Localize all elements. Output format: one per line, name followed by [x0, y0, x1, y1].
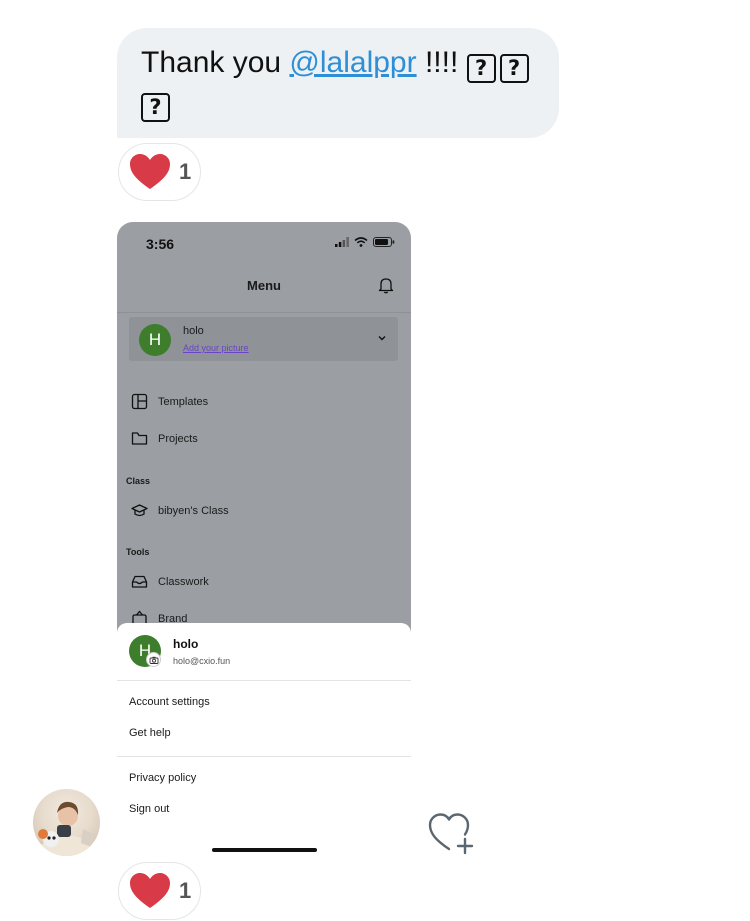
heart-plus-icon[interactable] — [427, 811, 475, 855]
heart-icon — [130, 154, 170, 189]
templates-icon — [131, 393, 148, 410]
menu-item-projects[interactable]: Projects — [131, 430, 198, 447]
get-help-link[interactable]: Get help — [129, 727, 171, 739]
reaction-pill[interactable]: 1 — [118, 862, 201, 920]
avatar: H — [139, 324, 171, 356]
signal-icon — [335, 237, 349, 247]
sender-avatar[interactable] — [33, 789, 100, 856]
sheet-user-email: holo@cxio.fun — [173, 656, 231, 666]
reaction-pill[interactable]: 1 — [118, 143, 201, 201]
account-sheet: H holo holo@cxio.fun Account settings Ge… — [117, 623, 411, 863]
wifi-icon — [354, 237, 368, 247]
add-picture-link[interactable]: Add your picture — [183, 343, 249, 353]
heart-icon — [130, 873, 170, 908]
attached-screenshot[interactable]: 3:56 Menu H holo Add your picture Templa… — [117, 222, 411, 863]
camera-icon[interactable] — [146, 652, 161, 667]
mention-link[interactable]: @lalalppr — [289, 46, 416, 79]
bell-icon[interactable] — [377, 276, 395, 294]
divider — [117, 756, 411, 757]
menu-item-classwork[interactable]: Classwork — [131, 573, 209, 590]
menu-item-label: Projects — [158, 432, 198, 445]
divider — [117, 680, 411, 681]
folder-icon — [131, 432, 148, 445]
status-time: 3:56 — [146, 236, 175, 252]
user-name: holo — [183, 325, 204, 337]
divider — [117, 312, 411, 313]
sheet-user-name: holo — [173, 637, 199, 651]
menu-item-label: Templates — [158, 395, 209, 408]
menu-item-class[interactable]: bibyen's Class — [131, 502, 229, 519]
inbox-icon — [131, 575, 148, 588]
privacy-policy-link[interactable]: Privacy policy — [129, 772, 196, 784]
menu-item-templates[interactable]: Templates — [131, 393, 208, 410]
menu-item-label: Classwork — [158, 575, 209, 588]
battery-icon — [373, 237, 395, 247]
message-text-suffix: !!!! — [416, 46, 467, 79]
reaction-count: 1 — [179, 159, 192, 184]
missing-emoji-glyph: ? — [141, 93, 170, 122]
reaction-count: 1 — [179, 878, 192, 903]
account-settings-link[interactable]: Account settings — [129, 696, 210, 708]
missing-emoji-glyph: ? — [499, 54, 529, 83]
status-icons — [335, 237, 395, 247]
section-label-class: Class — [126, 476, 151, 486]
menu-item-label: bibyen's Class — [158, 504, 229, 517]
account-switcher[interactable]: H holo Add your picture — [129, 317, 398, 361]
section-label-tools: Tools — [126, 547, 150, 557]
message-text: Thank you — [141, 46, 290, 79]
missing-emoji-glyph: ? — [466, 54, 496, 83]
graduation-cap-icon — [131, 504, 148, 517]
home-indicator — [212, 848, 317, 852]
message-bubble: Thank you @lalalppr !!!! ??? — [117, 28, 559, 138]
chevron-down-icon — [378, 336, 386, 341]
menu-title: Menu — [247, 278, 281, 293]
sign-out-link[interactable]: Sign out — [129, 803, 169, 815]
